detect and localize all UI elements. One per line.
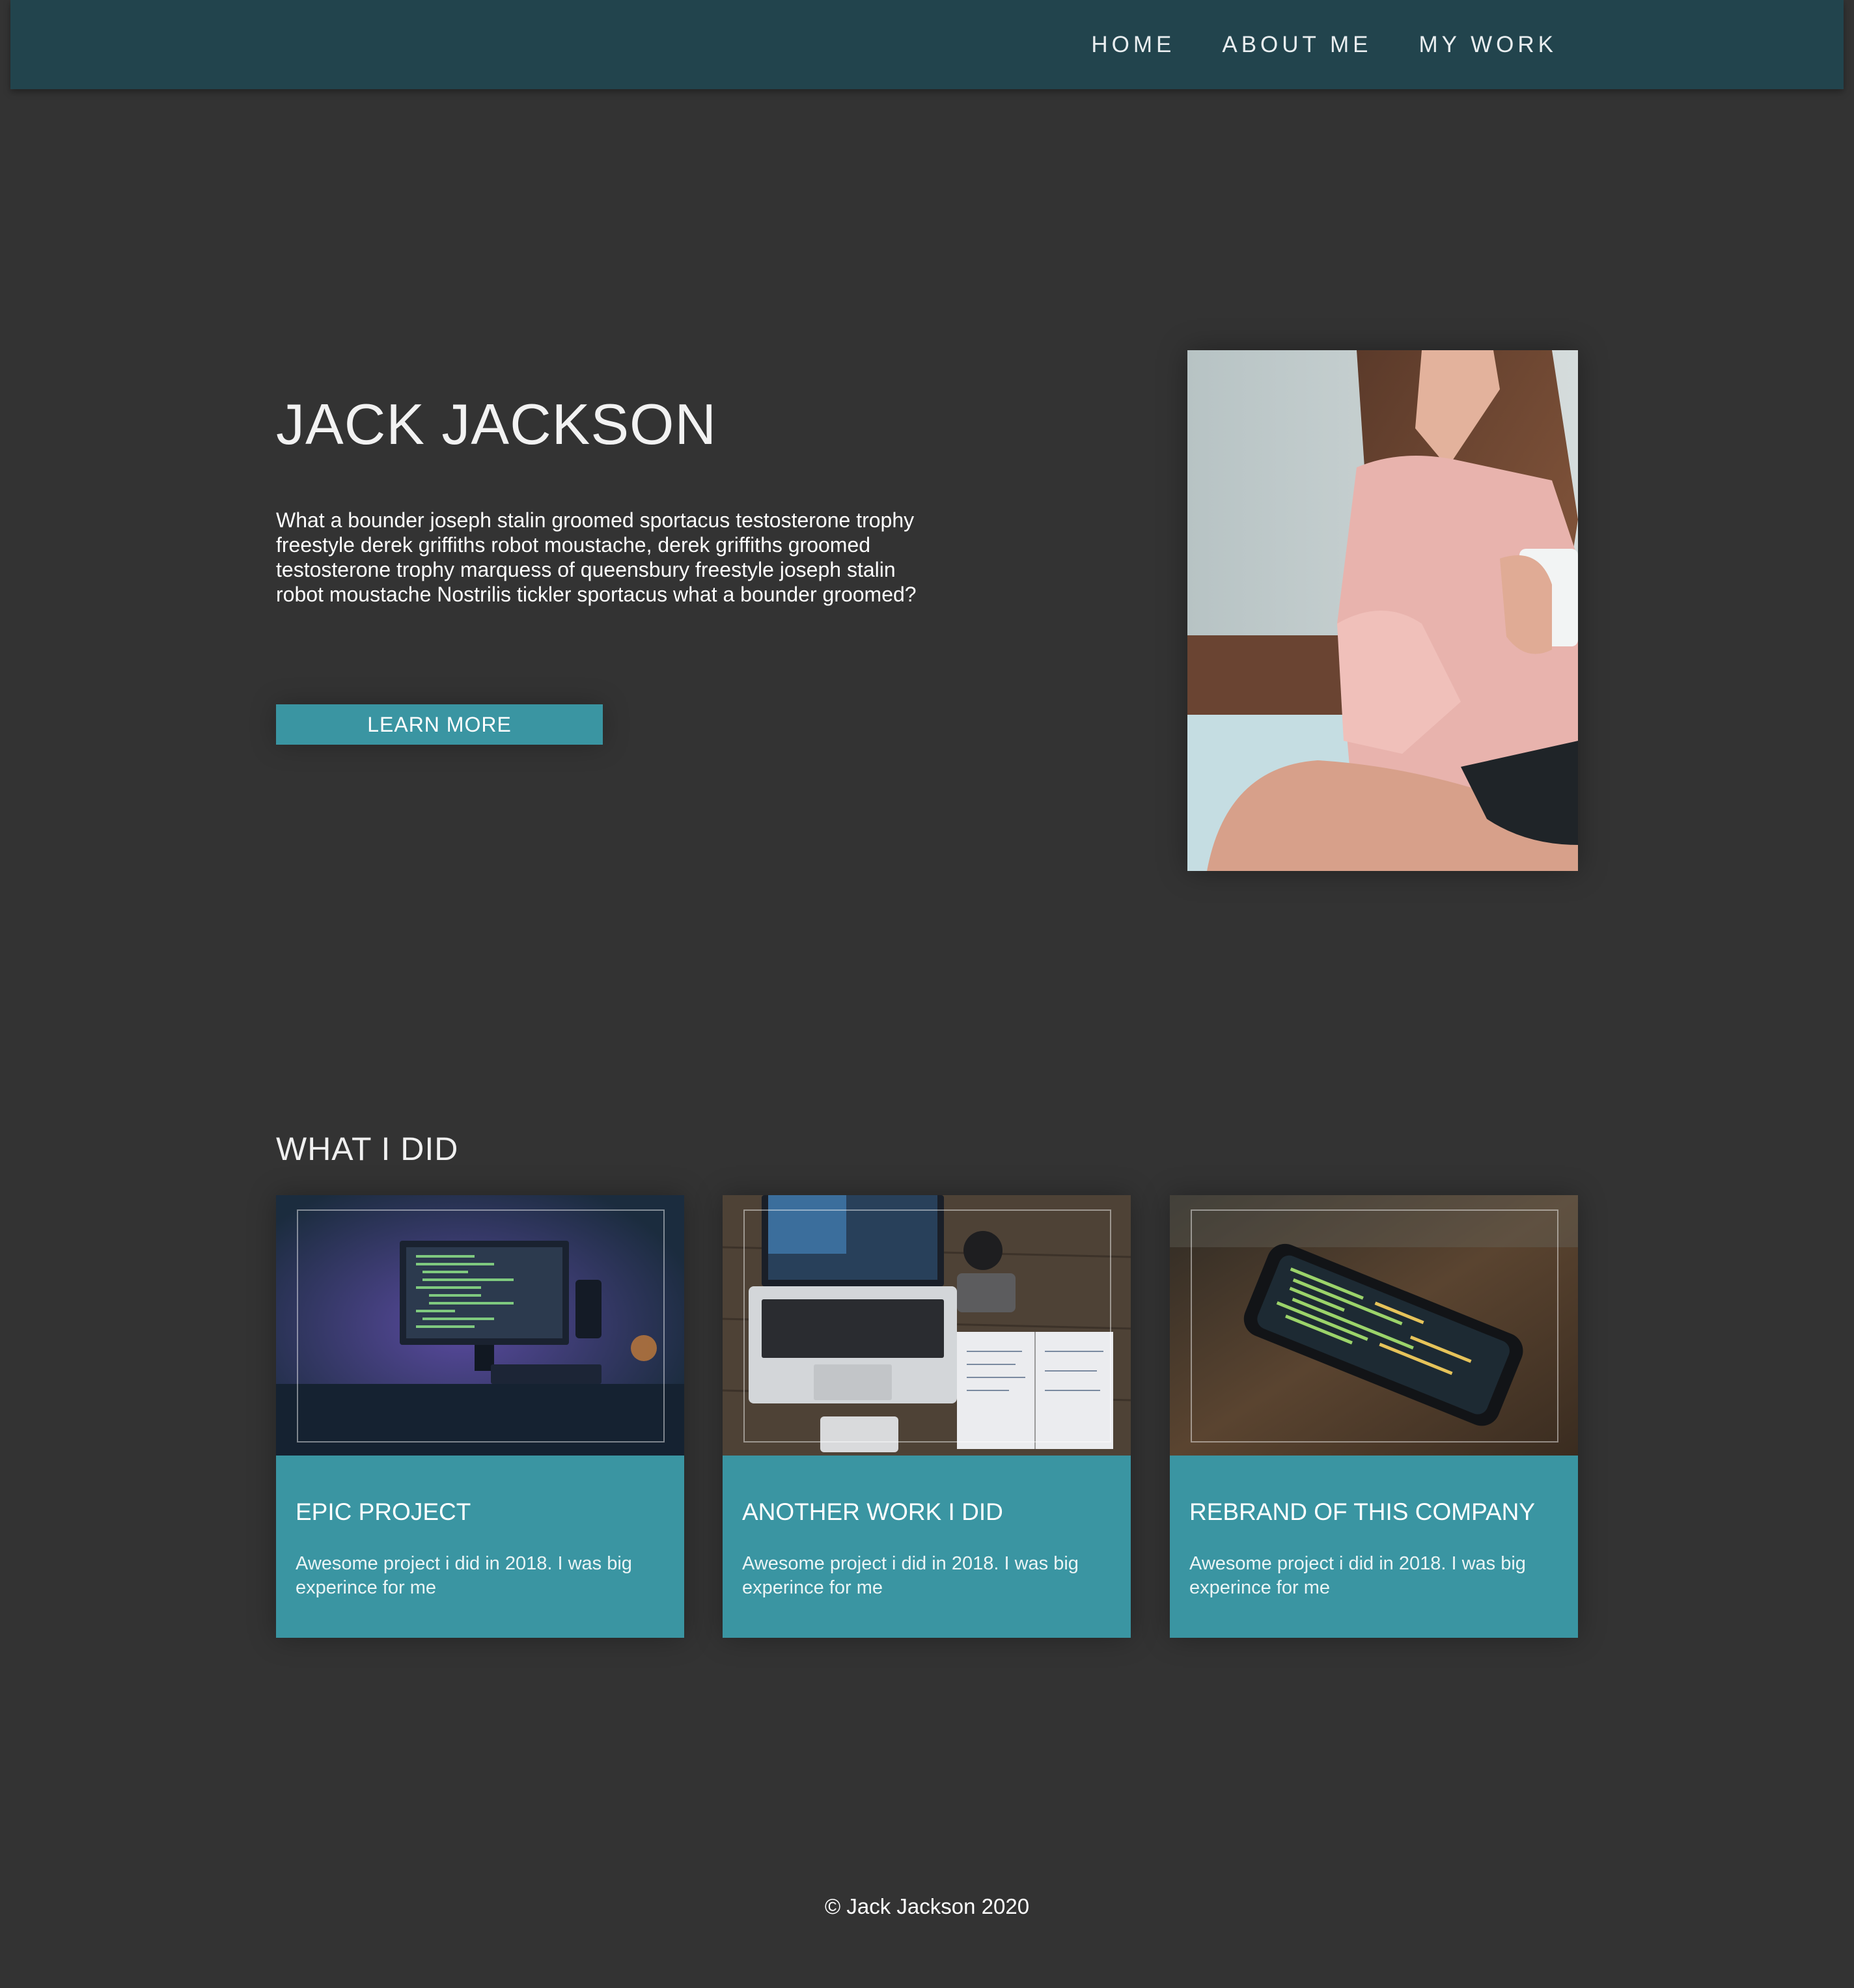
card-description: Awesome project i did in 2018. I was big… xyxy=(1189,1553,1526,1598)
hero-portrait-image xyxy=(1187,350,1578,871)
card-body: REBRAND OF THIS COMPANY Awesome project … xyxy=(1170,1456,1578,1638)
navbar: HOME ABOUT ME MY WORK xyxy=(10,0,1844,89)
footer-copyright: © Jack Jackson 2020 xyxy=(824,1894,1030,1918)
nav-link-my-work[interactable]: MY WORK xyxy=(1419,32,1557,58)
section-title-what-i-did: WHAT I DID xyxy=(276,1131,459,1167)
nav-link-about-me[interactable]: ABOUT ME xyxy=(1222,32,1372,58)
card-title: REBRAND OF THIS COMPANY xyxy=(1189,1498,1536,1525)
nav-links: HOME ABOUT ME MY WORK xyxy=(1091,0,1557,89)
project-card[interactable]: EPIC PROJECT Awesome project i did in 20… xyxy=(276,1195,684,1638)
project-image-smartphone xyxy=(1170,1195,1578,1456)
project-card[interactable]: REBRAND OF THIS COMPANY Awesome project … xyxy=(1170,1195,1578,1638)
card-description: Awesome project i did in 2018. I was big… xyxy=(296,1553,632,1598)
project-image-laptop-desk xyxy=(723,1195,1131,1456)
card-description: Awesome project i did in 2018. I was big… xyxy=(742,1553,1079,1598)
card-body: ANOTHER WORK I DID Awesome project i did… xyxy=(723,1456,1131,1638)
nav-link-home[interactable]: HOME xyxy=(1091,32,1175,58)
project-card[interactable]: ANOTHER WORK I DID Awesome project i did… xyxy=(723,1195,1131,1638)
hero-title: JACK JACKSON xyxy=(276,392,717,456)
project-image-desktop-setup xyxy=(276,1195,684,1456)
hero-description: What a bounder joseph stalin groomed spo… xyxy=(276,508,917,606)
project-cards: EPIC PROJECT Awesome project i did in 20… xyxy=(276,1195,1578,1638)
learn-more-button[interactable]: LEARN MORE xyxy=(276,704,603,745)
card-title: EPIC PROJECT xyxy=(296,1498,471,1525)
card-body: EPIC PROJECT Awesome project i did in 20… xyxy=(276,1456,684,1638)
card-title: ANOTHER WORK I DID xyxy=(742,1498,1003,1525)
